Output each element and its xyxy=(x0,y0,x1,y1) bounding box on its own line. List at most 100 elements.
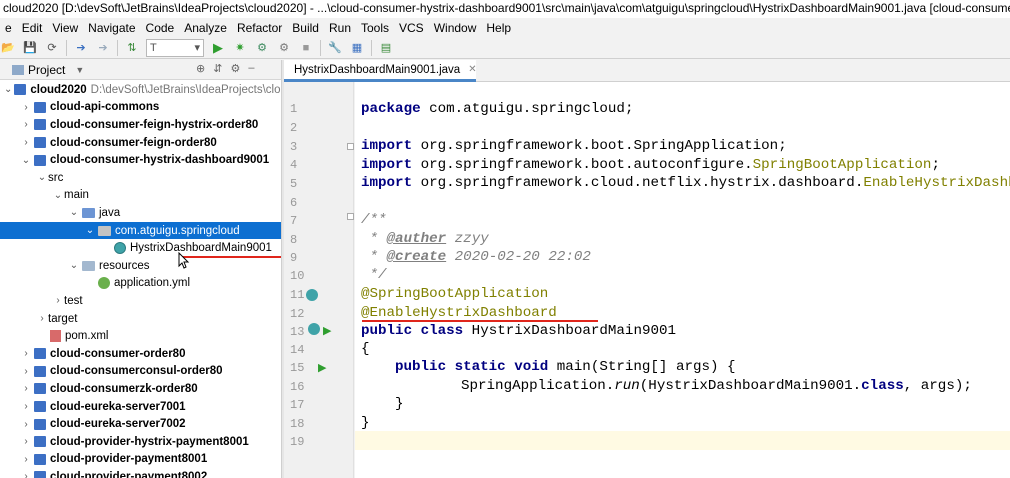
chevron-down-icon[interactable]: ⌄ xyxy=(20,155,32,166)
chevron-down-icon[interactable]: ⌄ xyxy=(52,190,64,201)
editor-tab-active[interactable]: HystrixDashboardMain9001.java ✕ xyxy=(284,60,477,82)
tree-item-module[interactable]: › cloud-eureka-server7001 xyxy=(0,398,281,416)
open-folder-icon[interactable]: 📂 xyxy=(0,40,16,56)
chevron-right-icon[interactable]: › xyxy=(20,419,32,430)
project-structure-icon[interactable]: ▦ xyxy=(349,40,365,56)
javadoc-tag: @auther xyxy=(386,231,447,247)
sync-icon[interactable]: ⟳ xyxy=(44,40,60,56)
tree-item-module[interactable]: › cloud-consumerzk-order80 xyxy=(0,380,281,398)
tree-item-path: D:\devSoft\JetBrains\IdeaProjects\clou xyxy=(90,83,281,96)
tree-item-folder[interactable]: › target xyxy=(0,310,281,328)
module-folder-icon xyxy=(34,401,46,413)
chevron-right-icon[interactable]: › xyxy=(52,295,64,306)
profile-icon[interactable]: ⚙ xyxy=(276,40,292,56)
chevron-right-icon[interactable]: › xyxy=(36,313,48,324)
menu-run[interactable]: Run xyxy=(324,21,356,35)
code-text: (HystrixDashboardMain9001. xyxy=(639,378,862,394)
tree-item-package-selected[interactable]: ⌄ com.atguigu.springcloud xyxy=(0,221,281,240)
menu-edit[interactable]: Edit xyxy=(17,21,48,35)
vcs-update-icon[interactable]: ▤ xyxy=(378,40,394,56)
chevron-down-icon[interactable]: ⌄ xyxy=(68,207,80,218)
save-all-icon[interactable]: 💾 xyxy=(22,40,38,56)
spring-bean-icon[interactable] xyxy=(306,289,318,301)
tree-item-module[interactable]: › cloud-consumer-feign-hystrix-order80 xyxy=(0,116,281,134)
code-keyword: class xyxy=(861,378,904,394)
tree-item-label: cloud-consumer-order80 xyxy=(50,347,186,360)
tree-item-file[interactable]: pom.xml xyxy=(0,327,281,345)
tree-item-label: cloud-eureka-server7001 xyxy=(50,400,186,413)
locate-target-icon[interactable]: ⊕ xyxy=(196,62,205,75)
tree-item-module[interactable]: › cloud-api-commons xyxy=(0,99,281,117)
chevron-right-icon[interactable]: › xyxy=(20,137,32,148)
chevron-right-icon[interactable]: › xyxy=(20,348,32,359)
tree-item-file[interactable]: application.yml xyxy=(0,275,281,293)
code-annotation: SpringBootApplication xyxy=(752,157,932,173)
menu-view[interactable]: View xyxy=(47,21,83,35)
line-number: 12 xyxy=(290,307,305,321)
menu-navigate[interactable]: Navigate xyxy=(83,21,140,35)
collapse-all-icon[interactable]: ⇵ xyxy=(213,62,222,75)
forward-arrow-icon[interactable]: ➔ xyxy=(95,40,111,56)
project-panel-actions: ⊕ ⇵ ⚙ – xyxy=(196,62,254,75)
tree-item-label: cloud-provider-payment8002 xyxy=(50,470,208,478)
menu-analyze[interactable]: Analyze xyxy=(179,21,232,35)
chevron-right-icon[interactable]: › xyxy=(20,471,32,478)
tree-item-folder[interactable]: ⌄ java xyxy=(0,204,281,222)
tree-item-module[interactable]: › cloud-consumer-order80 xyxy=(0,345,281,363)
chevron-down-icon[interactable]: ⌄ xyxy=(68,260,80,271)
chevron-down-icon[interactable]: ⌄ xyxy=(4,84,12,95)
tree-item-module[interactable]: › cloud-provider-payment8001 xyxy=(0,451,281,469)
chevron-down-icon[interactable]: ⌄ xyxy=(36,172,48,183)
line-number: 3 xyxy=(290,140,298,154)
debug-icon[interactable]: ✷ xyxy=(232,40,248,56)
tree-item-module[interactable]: › cloud-provider-hystrix-payment8001 xyxy=(0,433,281,451)
menu-code[interactable]: Code xyxy=(141,21,180,35)
chevron-right-icon[interactable]: › xyxy=(20,102,32,113)
tree-item-folder[interactable]: ⌄ resources xyxy=(0,257,281,275)
chevron-right-icon[interactable]: › xyxy=(20,366,32,377)
javadoc-value: zzyy xyxy=(446,231,489,247)
menu-vcs[interactable]: VCS xyxy=(394,21,429,35)
run-configuration-select[interactable]: T ▾ xyxy=(146,38,204,57)
hide-icon[interactable]: – xyxy=(248,62,254,75)
tree-item-module[interactable]: › cloud-consumerconsul-order80 xyxy=(0,363,281,381)
javadoc-tag: @create xyxy=(386,249,447,265)
back-arrow-icon[interactable]: ➔ xyxy=(73,40,89,56)
tree-item-module[interactable]: › cloud-consumer-feign-order80 xyxy=(0,134,281,152)
menu-window[interactable]: Window xyxy=(429,21,482,35)
menu-help[interactable]: Help xyxy=(481,21,516,35)
chevron-right-icon[interactable]: › xyxy=(20,119,32,130)
settings-wrench-icon[interactable]: 🔧 xyxy=(327,40,343,56)
menu-tools[interactable]: Tools xyxy=(356,21,394,35)
spring-bean-icon[interactable] xyxy=(308,323,320,335)
chevron-right-icon[interactable]: › xyxy=(20,383,32,394)
gear-icon[interactable]: ⚙ xyxy=(230,62,240,75)
chevron-right-icon[interactable]: › xyxy=(20,436,32,447)
tree-item-module[interactable]: › cloud-provider-payment8002 xyxy=(0,468,281,478)
build-icon[interactable]: ⇅ xyxy=(124,40,140,56)
tree-item-module[interactable]: ⌄ cloud-consumer-hystrix-dashboard9001 xyxy=(0,151,281,169)
tree-item-folder[interactable]: › test xyxy=(0,292,281,310)
fold-marker-icon[interactable] xyxy=(347,213,354,220)
run-gutter-icon[interactable]: ▶ xyxy=(323,324,331,337)
tree-item-class[interactable]: HystrixDashboardMain9001 xyxy=(0,239,281,257)
tree-item-folder[interactable]: ⌄ main xyxy=(0,187,281,205)
project-view-selector[interactable]: Project ▼ xyxy=(0,63,84,77)
tree-item-module[interactable]: › cloud-eureka-server7002 xyxy=(0,415,281,433)
chevron-right-icon[interactable]: › xyxy=(20,401,32,412)
run-gutter-icon[interactable]: ▶ xyxy=(318,361,326,374)
tree-item-cloud2020[interactable]: ⌄ cloud2020 D:\devSoft\JetBrains\IdeaPro… xyxy=(0,81,281,99)
fold-marker-icon[interactable] xyxy=(347,143,354,150)
chevron-right-icon[interactable]: › xyxy=(20,454,32,465)
menu-refactor[interactable]: Refactor xyxy=(232,21,287,35)
stop-icon[interactable]: ■ xyxy=(298,40,314,56)
menu-file[interactable]: e xyxy=(0,21,17,35)
code-line-4: import org.springframework.boot.autoconf… xyxy=(361,157,940,173)
menu-build[interactable]: Build xyxy=(287,21,324,35)
coverage-icon[interactable]: ⚙ xyxy=(254,40,270,56)
run-icon[interactable]: ▶ xyxy=(210,40,226,56)
tree-item-folder[interactable]: ⌄ src xyxy=(0,169,281,187)
chevron-down-icon[interactable]: ⌄ xyxy=(84,225,96,236)
code-line-17: } xyxy=(395,396,404,412)
close-icon[interactable]: ✕ xyxy=(468,64,476,75)
